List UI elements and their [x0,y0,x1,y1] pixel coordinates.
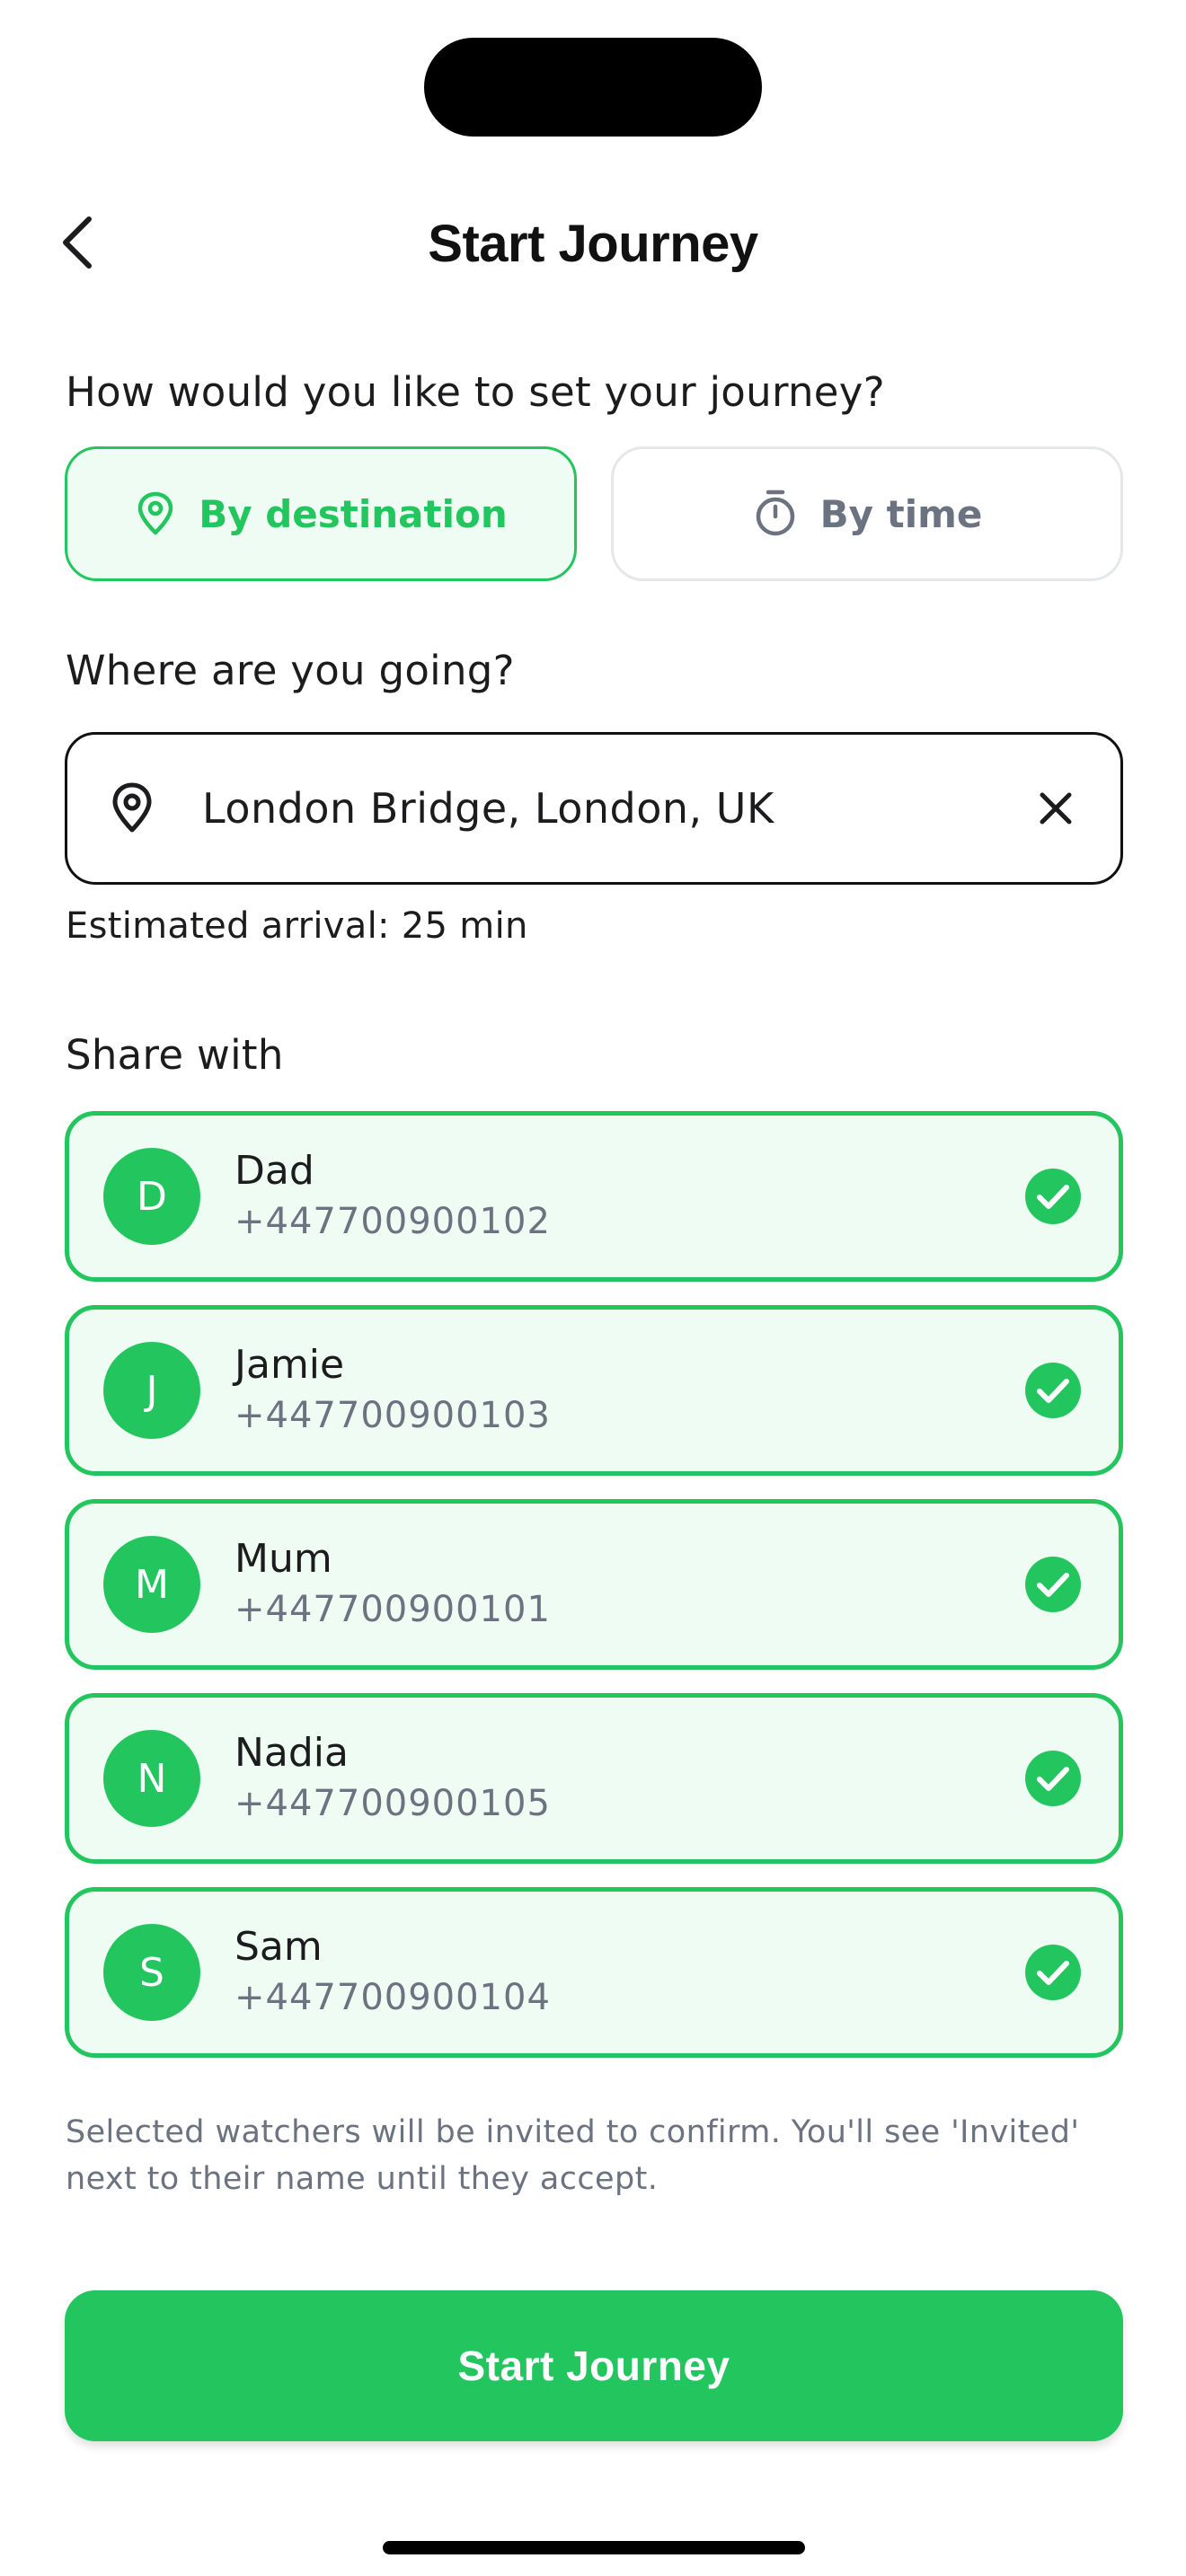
estimated-arrival: Estimated arrival: 25 min [66,905,528,947]
location-pin-icon [103,780,161,837]
start-journey-button[interactable]: Start Journey [65,2290,1123,2441]
contact-phone: +447700900104 [235,1977,551,2018]
contact-name: Dad [235,1148,314,1194]
destination-value: London Bridge, London, UK [202,784,774,833]
check-circle-icon [1025,1945,1081,2000]
check-circle-icon [1025,1363,1081,1418]
mode-selector: By destination By time [65,446,1123,581]
avatar: S [103,1924,200,2021]
timer-icon [756,490,794,536]
contact-card-dad[interactable]: D Dad +447700900102 [65,1111,1123,1282]
contact-card-jamie[interactable]: J Jamie +447700900103 [65,1305,1123,1476]
check-circle-icon [1025,1169,1081,1224]
map-pin-icon [137,491,173,535]
avatar: D [103,1148,200,1245]
contact-name: Nadia [235,1730,349,1776]
avatar: J [103,1342,200,1439]
contact-phone: +447700900101 [235,1589,551,1630]
by-time-label: By time [819,491,983,536]
contact-name: Sam [235,1924,323,1970]
check-circle-icon [1025,1557,1081,1612]
contact-phone: +447700900103 [235,1395,551,1436]
clear-destination-button[interactable] [1027,780,1084,837]
contact-phone: +447700900105 [235,1783,551,1824]
check-circle-icon [1025,1751,1081,1806]
contact-card-nadia[interactable]: N Nadia +447700900105 [65,1693,1123,1864]
by-destination-label: By destination [199,491,508,536]
contact-card-sam[interactable]: S Sam +447700900104 [65,1887,1123,2058]
close-icon [1040,792,1072,825]
page-title: Start Journey [428,215,758,273]
avatar: N [103,1730,200,1827]
share-with-label: Share with [66,1031,284,1079]
contact-name: Jamie [235,1342,345,1388]
by-time-button[interactable]: By time [611,446,1123,581]
destination-question: Where are you going? [66,647,515,694]
contact-name: Mum [235,1536,332,1582]
watchers-note: Selected watchers will be invited to con… [66,2114,1080,2197]
avatar: M [103,1536,200,1633]
home-indicator [383,2541,805,2554]
mode-question: How would you like to set your journey? [66,368,885,416]
by-destination-button[interactable]: By destination [65,446,577,581]
contact-card-mum[interactable]: M Mum +447700900101 [65,1499,1123,1670]
contact-list: D Dad +447700900102 J Jamie +44770090010… [65,1111,1123,2081]
dynamic-island [424,38,762,137]
contact-phone: +447700900102 [235,1201,551,1242]
destination-input[interactable]: London Bridge, London, UK [65,732,1123,885]
